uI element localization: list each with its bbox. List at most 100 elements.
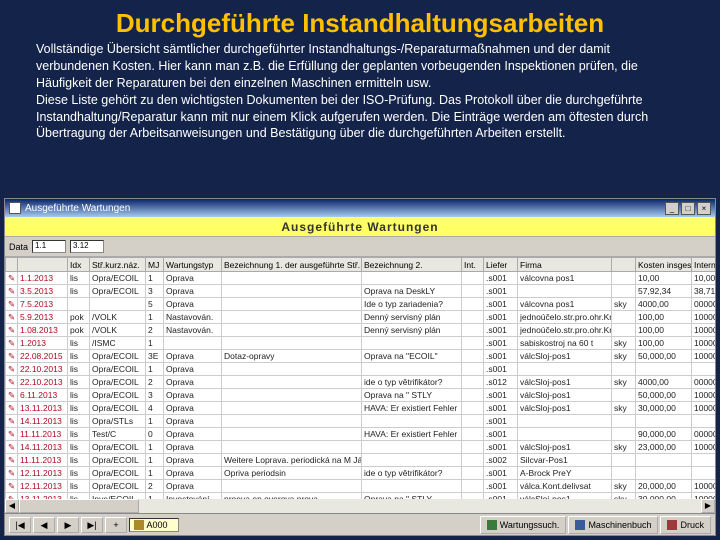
cell[interactable]	[222, 272, 362, 285]
cell[interactable]: Opra/STLs	[90, 415, 146, 428]
cell[interactable]: 5	[146, 298, 164, 311]
cell[interactable]	[612, 363, 636, 376]
cell[interactable]: .s001	[484, 441, 518, 454]
machine-book-button[interactable]: Maschinenbuch	[568, 516, 658, 534]
cell[interactable]: .s002	[484, 454, 518, 467]
column-header[interactable]: Interne kos.	[692, 258, 716, 272]
cell[interactable]: ✎	[6, 298, 18, 311]
table-row[interactable]: ✎3.5.2013lisOpra/ECOIL3OpravaOprava na D…	[6, 285, 716, 298]
cell[interactable]: 10000	[692, 389, 716, 402]
cell[interactable]: válcSloj-pos1	[518, 376, 612, 389]
cell[interactable]: ✎	[6, 389, 18, 402]
cell[interactable]	[68, 298, 90, 311]
cell[interactable]: Oprava	[164, 285, 222, 298]
cell[interactable]: 10,00	[636, 272, 692, 285]
cell[interactable]	[362, 272, 462, 285]
table-row[interactable]: ✎11.11.2013lisOpra/ECOIL1OpravaWeitere L…	[6, 454, 716, 467]
cell[interactable]: 10,00	[692, 272, 716, 285]
cell[interactable]: 100,00	[636, 337, 692, 350]
cell[interactable]: Opra/ECOIL	[90, 389, 146, 402]
cell[interactable]: lis	[68, 337, 90, 350]
scroll-right-button[interactable]: ▶	[701, 499, 715, 513]
cell[interactable]: 50,000,00	[636, 350, 692, 363]
cell[interactable]	[362, 415, 462, 428]
cell[interactable]	[462, 467, 484, 480]
cell[interactable]: válcSloj-pos1	[518, 402, 612, 415]
minimize-button[interactable]: _	[665, 202, 679, 215]
cell[interactable]	[612, 428, 636, 441]
cell[interactable]	[612, 311, 636, 324]
cell[interactable]	[636, 454, 692, 467]
cell[interactable]: lis	[68, 454, 90, 467]
cell[interactable]: ✎	[6, 350, 18, 363]
cell[interactable]: ✎	[6, 415, 18, 428]
cell[interactable]: ✎	[6, 337, 18, 350]
table-row[interactable]: ✎14.11.2013lisOpra/ECOIL1Oprava.s001válc…	[6, 441, 716, 454]
cell[interactable]: lis	[68, 350, 90, 363]
cell[interactable]	[636, 415, 692, 428]
cell[interactable]: 1.08.2013	[18, 324, 68, 337]
cell[interactable]: lis	[68, 428, 90, 441]
table-row[interactable]: ✎12.11.2013lisOpra/ECOIL2Oprava.s001válc…	[6, 480, 716, 493]
column-header[interactable]: Firma	[518, 258, 612, 272]
cell[interactable]: válcSloj-pos1	[518, 350, 612, 363]
cell[interactable]: 90,000,00	[636, 428, 692, 441]
cell[interactable]	[462, 376, 484, 389]
scroll-thumb[interactable]	[19, 499, 139, 513]
cell[interactable]: Oprava	[164, 272, 222, 285]
cell[interactable]: válca.Kont.delivsat	[518, 480, 612, 493]
cell[interactable]: ✎	[6, 402, 18, 415]
cell[interactable]: válcovna pos1	[518, 298, 612, 311]
scroll-left-button[interactable]: ◀	[5, 499, 19, 513]
cell[interactable]: 23,000,00	[636, 441, 692, 454]
cell[interactable]: 1	[146, 415, 164, 428]
cell[interactable]: lis	[68, 402, 90, 415]
cell[interactable]	[636, 467, 692, 480]
cell[interactable]: /VOLK	[90, 311, 146, 324]
cell[interactable]: Opra/ECOIL	[90, 402, 146, 415]
cell[interactable]: Denný servisný plán	[362, 324, 462, 337]
column-header[interactable]: Stř.kurz.náz.	[90, 258, 146, 272]
cell[interactable]: Oprava	[164, 389, 222, 402]
scroll-track[interactable]	[19, 499, 701, 513]
cell[interactable]: 1	[146, 363, 164, 376]
cell[interactable]: sky	[612, 337, 636, 350]
cell[interactable]: .s001	[484, 285, 518, 298]
cell[interactable]: 3.5.2013	[18, 285, 68, 298]
cell[interactable]: 100,00	[636, 324, 692, 337]
cell[interactable]: pok	[68, 324, 90, 337]
cell[interactable]: sky	[612, 402, 636, 415]
cell[interactable]: 22.10.2013	[18, 363, 68, 376]
cell[interactable]: sky	[612, 298, 636, 311]
cell[interactable]: 000000	[692, 298, 716, 311]
cell[interactable]: sky	[612, 376, 636, 389]
cell[interactable]: 0	[146, 428, 164, 441]
cell[interactable]: HAVA: Er existiert Fehler	[362, 428, 462, 441]
column-header[interactable]: Liefer	[484, 258, 518, 272]
cell[interactable]: 10000	[692, 337, 716, 350]
cell[interactable]: .s001	[484, 298, 518, 311]
cell[interactable]: .s001	[484, 428, 518, 441]
cell[interactable]: Oprava	[164, 402, 222, 415]
table-row[interactable]: ✎1.08.2013pok/VOLK2Nastavován.Denný serv…	[6, 324, 716, 337]
cell[interactable]: 10000	[692, 350, 716, 363]
cell[interactable]: Oprava	[164, 376, 222, 389]
cell[interactable]	[222, 311, 362, 324]
cell[interactable]: 000000	[692, 376, 716, 389]
cell[interactable]: lis	[68, 272, 90, 285]
cell[interactable]: 57,92,34	[636, 285, 692, 298]
table-row[interactable]: ✎6.11.2013lisOpra/ECOIL3OpravaOprava na …	[6, 389, 716, 402]
cell[interactable]: ✎	[6, 272, 18, 285]
cell[interactable]: pok	[68, 311, 90, 324]
cell[interactable]: 10000	[692, 480, 716, 493]
cell[interactable]: 1	[146, 454, 164, 467]
cell[interactable]: ✎	[6, 480, 18, 493]
cell[interactable]	[692, 454, 716, 467]
cell[interactable]: Oprava	[164, 363, 222, 376]
nav-first-button[interactable]: |◀	[9, 517, 31, 533]
cell[interactable]: 10000	[692, 311, 716, 324]
cell[interactable]: Opra/ECOIL	[90, 441, 146, 454]
table-row[interactable]: ✎14.11.2013lisOpra/STLs1Oprava.s001	[6, 415, 716, 428]
cell[interactable]	[362, 454, 462, 467]
cell[interactable]: 30,000,00	[636, 402, 692, 415]
